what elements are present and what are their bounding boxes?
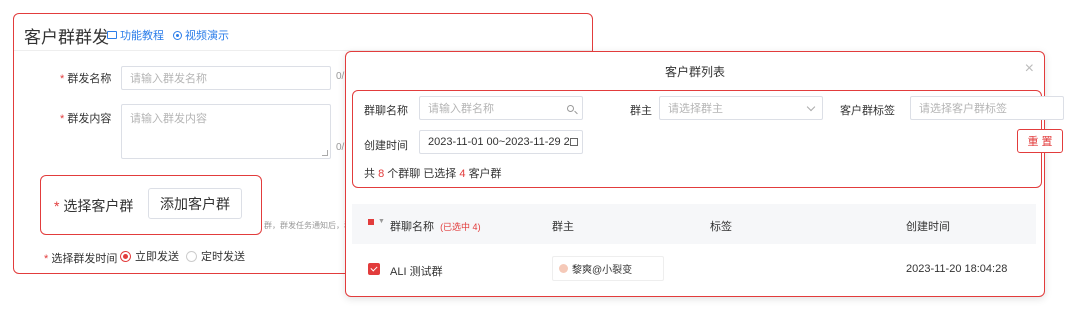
radio-unchecked-icon — [186, 250, 197, 262]
select-group-section: * 选择客户群 添加客户群 — [40, 175, 262, 235]
content-count: 0/ — [336, 142, 345, 153]
reset-button[interactable]: 重 置 — [1017, 129, 1063, 153]
created-label: 创建时间 — [364, 140, 408, 152]
hint-text: 群，群发任务通知后，群 — [264, 221, 352, 230]
close-icon[interactable]: × — [1025, 60, 1034, 78]
content-label: * 群发内容 — [60, 113, 112, 125]
tutorial-link-label: 功能教程 — [120, 30, 164, 42]
play-circle-icon — [173, 30, 182, 40]
owner-label: 群主 — [630, 105, 652, 117]
col-chat-name: 群聊名称 (已选中 4) — [390, 221, 481, 233]
date-range-picker[interactable]: 2023-11-01 00~2023-11-29 23 — [419, 130, 583, 154]
caret-down-icon: ▼ — [378, 218, 385, 225]
tag-select[interactable]: 请选择客户群标签 — [910, 96, 1064, 120]
selection-summary: 共 8 个群聊 已选择 4 客户群 — [364, 168, 502, 180]
select-all-checkbox[interactable]: ▼ — [368, 218, 385, 225]
page-title: 客户群群发 — [24, 28, 109, 47]
chat-name-label: 群聊名称 — [364, 105, 408, 117]
table-header: ▼ 群聊名称 (已选中 4) 群主 标签 创建时间 — [352, 204, 1036, 244]
resize-handle-icon — [322, 150, 328, 156]
send-now-radio[interactable]: 立即发送 — [120, 248, 179, 264]
dialog-title: 客户群列表 — [664, 65, 725, 79]
select-group-label: * 选择客户群 — [54, 198, 134, 214]
group-name-count: 0/ — [336, 71, 345, 82]
date-range-value: 2023-11-01 00~2023-11-29 23 — [428, 136, 570, 148]
group-name-label: * 群发名称 — [60, 73, 112, 85]
add-group-button[interactable]: 添加客户群 — [148, 188, 242, 219]
check-icon — [370, 264, 378, 272]
calendar-icon — [570, 138, 578, 146]
book-icon — [107, 31, 117, 39]
user-avatar-icon — [559, 264, 568, 273]
group-name-input[interactable]: 请输入群发名称 — [121, 66, 331, 90]
send-now-label: 立即发送 — [135, 251, 179, 263]
tutorial-link[interactable]: 功能教程 — [107, 27, 164, 43]
video-link-label: 视频演示 — [185, 30, 229, 42]
tag-placeholder: 请选择客户群标签 — [919, 103, 1007, 115]
customer-group-dialog: 客户群列表 × 群聊名称 请输入群名称 群主 请选择群主 客户群标签 请选择客户… — [345, 51, 1064, 297]
send-time-label: * 选择群发时间 — [44, 253, 118, 265]
chevron-down-icon — [806, 102, 816, 111]
col-owner: 群主 — [552, 221, 574, 233]
video-link[interactable]: 视频演示 — [173, 27, 229, 43]
send-scheduled-radio[interactable]: 定时发送 — [186, 248, 245, 264]
filter-area: 群聊名称 请输入群名称 群主 请选择群主 客户群标签 请选择客户群标签 创建时间… — [352, 90, 1064, 188]
chat-name-placeholder: 请输入群名称 — [428, 103, 494, 115]
tag-label: 客户群标签 — [840, 105, 895, 117]
chat-name-input[interactable]: 请输入群名称 — [419, 96, 583, 120]
table-row[interactable]: ALI 测试群 黎爽@小裂变 2023-11-20 18:04:28 — [352, 248, 1036, 288]
row-created-time: 2023-11-20 18:04:28 — [906, 263, 1008, 275]
owner-select[interactable]: 请选择群主 — [659, 96, 823, 120]
col-tag: 标签 — [710, 221, 732, 233]
row-owner-name: 黎爽@小裂变 — [572, 265, 633, 276]
row-checkbox[interactable] — [368, 263, 380, 275]
owner-placeholder: 请选择群主 — [668, 103, 723, 115]
row-chat-name: ALI 测试群 — [390, 266, 443, 278]
send-scheduled-label: 定时发送 — [201, 251, 245, 263]
checkbox-indeterminate-icon — [368, 218, 374, 225]
col-created: 创建时间 — [906, 221, 950, 233]
radio-checked-icon — [120, 250, 131, 262]
content-textarea[interactable]: 请输入群发内容 — [121, 104, 331, 159]
row-owner-chip: 黎爽@小裂变 — [552, 256, 664, 281]
content-placeholder: 请输入群发内容 — [130, 113, 207, 125]
group-name-placeholder: 请输入群发名称 — [130, 73, 207, 85]
search-icon — [567, 104, 578, 114]
